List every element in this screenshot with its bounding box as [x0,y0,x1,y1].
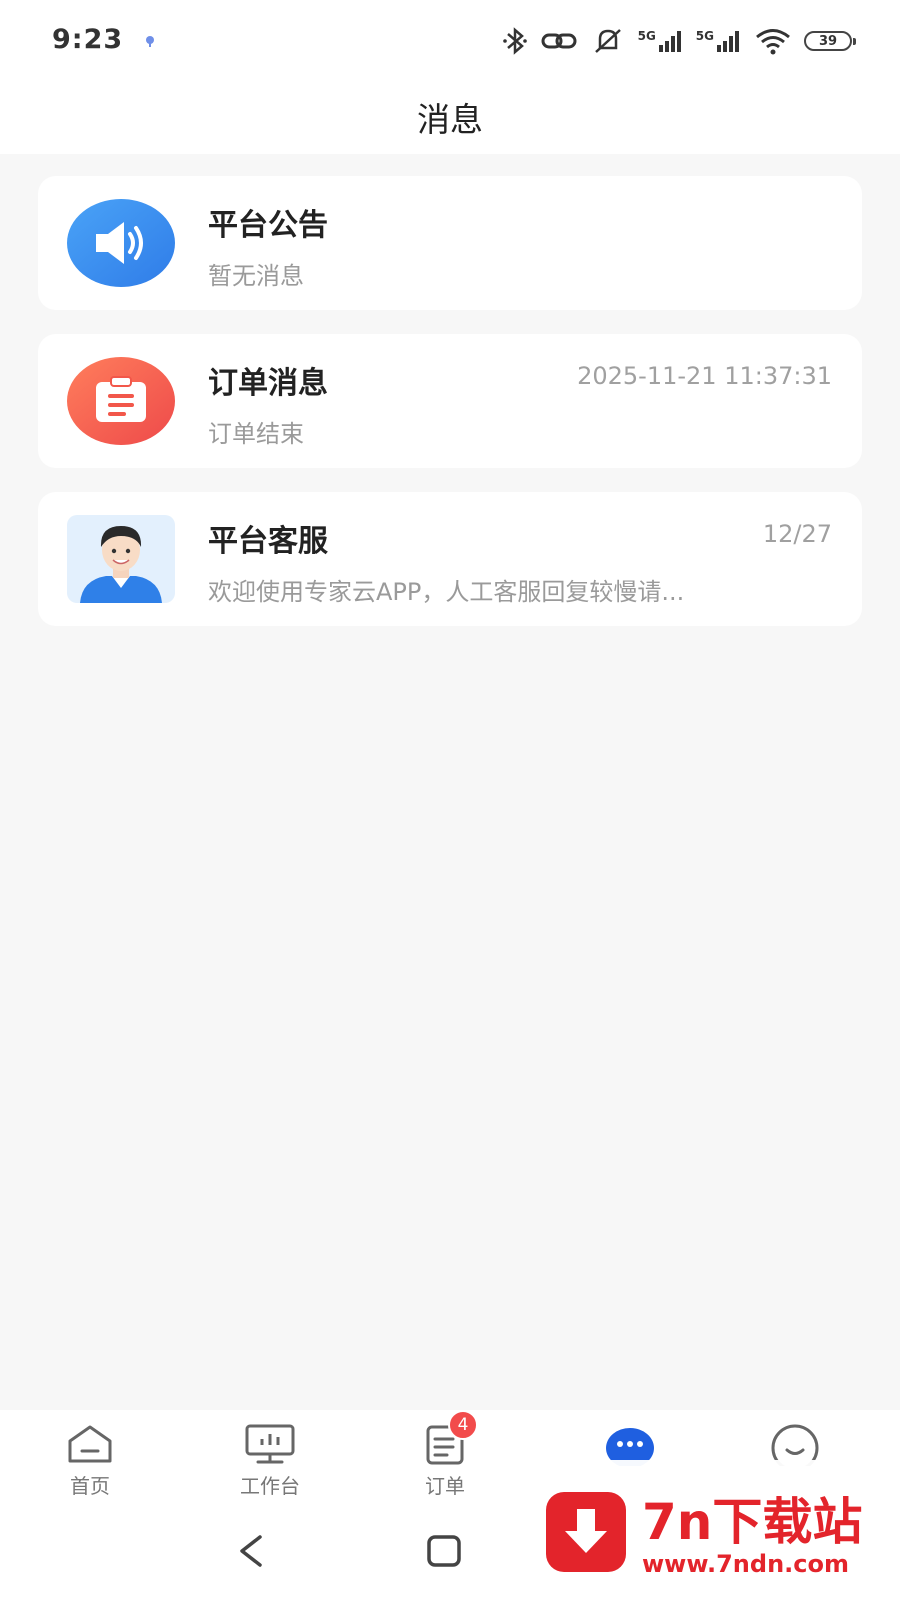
page-title: 消息 [417,100,483,139]
clipboard-icon [66,356,176,446]
megaphone-icon [66,198,176,288]
silent-bell-icon [594,29,621,53]
watermark: 7n下载站 www.7ndn.com [506,1460,900,1600]
message-preview: 欢迎使用专家云APP，人工客服回复较慢请... [208,578,685,606]
status-icons: 5G 5G 39 [502,26,856,56]
message-title: 订单消息 [208,366,328,401]
tab-label: 工作台 [240,1474,300,1498]
status-bar: 9:23 5G 5G 39 [0,0,900,80]
signal-icon [717,31,739,52]
bluetooth-icon [502,27,527,55]
download-icon [546,1492,626,1572]
signal-icon [658,31,681,52]
tab-orders[interactable]: 4 订单 [385,1410,505,1502]
tab-label: 订单 [425,1474,465,1498]
order-count-badge: 4 [448,1410,478,1440]
message-preview: 暂无消息 [208,262,304,290]
message-title: 平台客服 [208,524,328,559]
tab-label: 首页 [70,1474,110,1498]
title-bar: 消息 [0,80,900,154]
watermark-title: 7n下载站 [642,1493,863,1551]
battery-level: 39 [818,33,838,49]
order-icon: 4 [418,1410,478,1466]
back-icon[interactable] [236,1534,266,1568]
wifi-icon [756,29,790,55]
message-preview: 订单结束 [208,420,304,448]
tab-home[interactable]: 首页 [30,1422,150,1502]
tab-workbench[interactable]: 工作台 [210,1422,330,1502]
message-item-customer-service[interactable]: 平台客服 12/27 欢迎使用专家云APP，人工客服回复较慢请... [38,492,862,626]
agent-avatar [66,514,176,604]
message-item-order[interactable]: 订单消息 2025-11-21 11:37:31 订单结束 [38,334,862,468]
message-item-announcement[interactable]: 平台公告 暂无消息 [38,176,862,310]
message-time: 2025-11-21 11:37:31 [577,362,832,390]
message-time: 12/27 [762,520,832,548]
home-icon [63,1422,117,1466]
home-square-icon[interactable] [426,1534,462,1568]
watermark-url: www.7ndn.com [642,1550,849,1578]
link-icon [541,33,577,49]
message-title: 平台公告 [208,208,328,243]
monitor-icon [243,1422,297,1466]
battery-indicator: 39 [804,31,856,51]
cell-signal-2: 5G [696,29,742,53]
status-time: 9:23 [52,24,124,55]
location-icon [146,36,154,47]
cell-signal-1: 5G [638,29,684,53]
